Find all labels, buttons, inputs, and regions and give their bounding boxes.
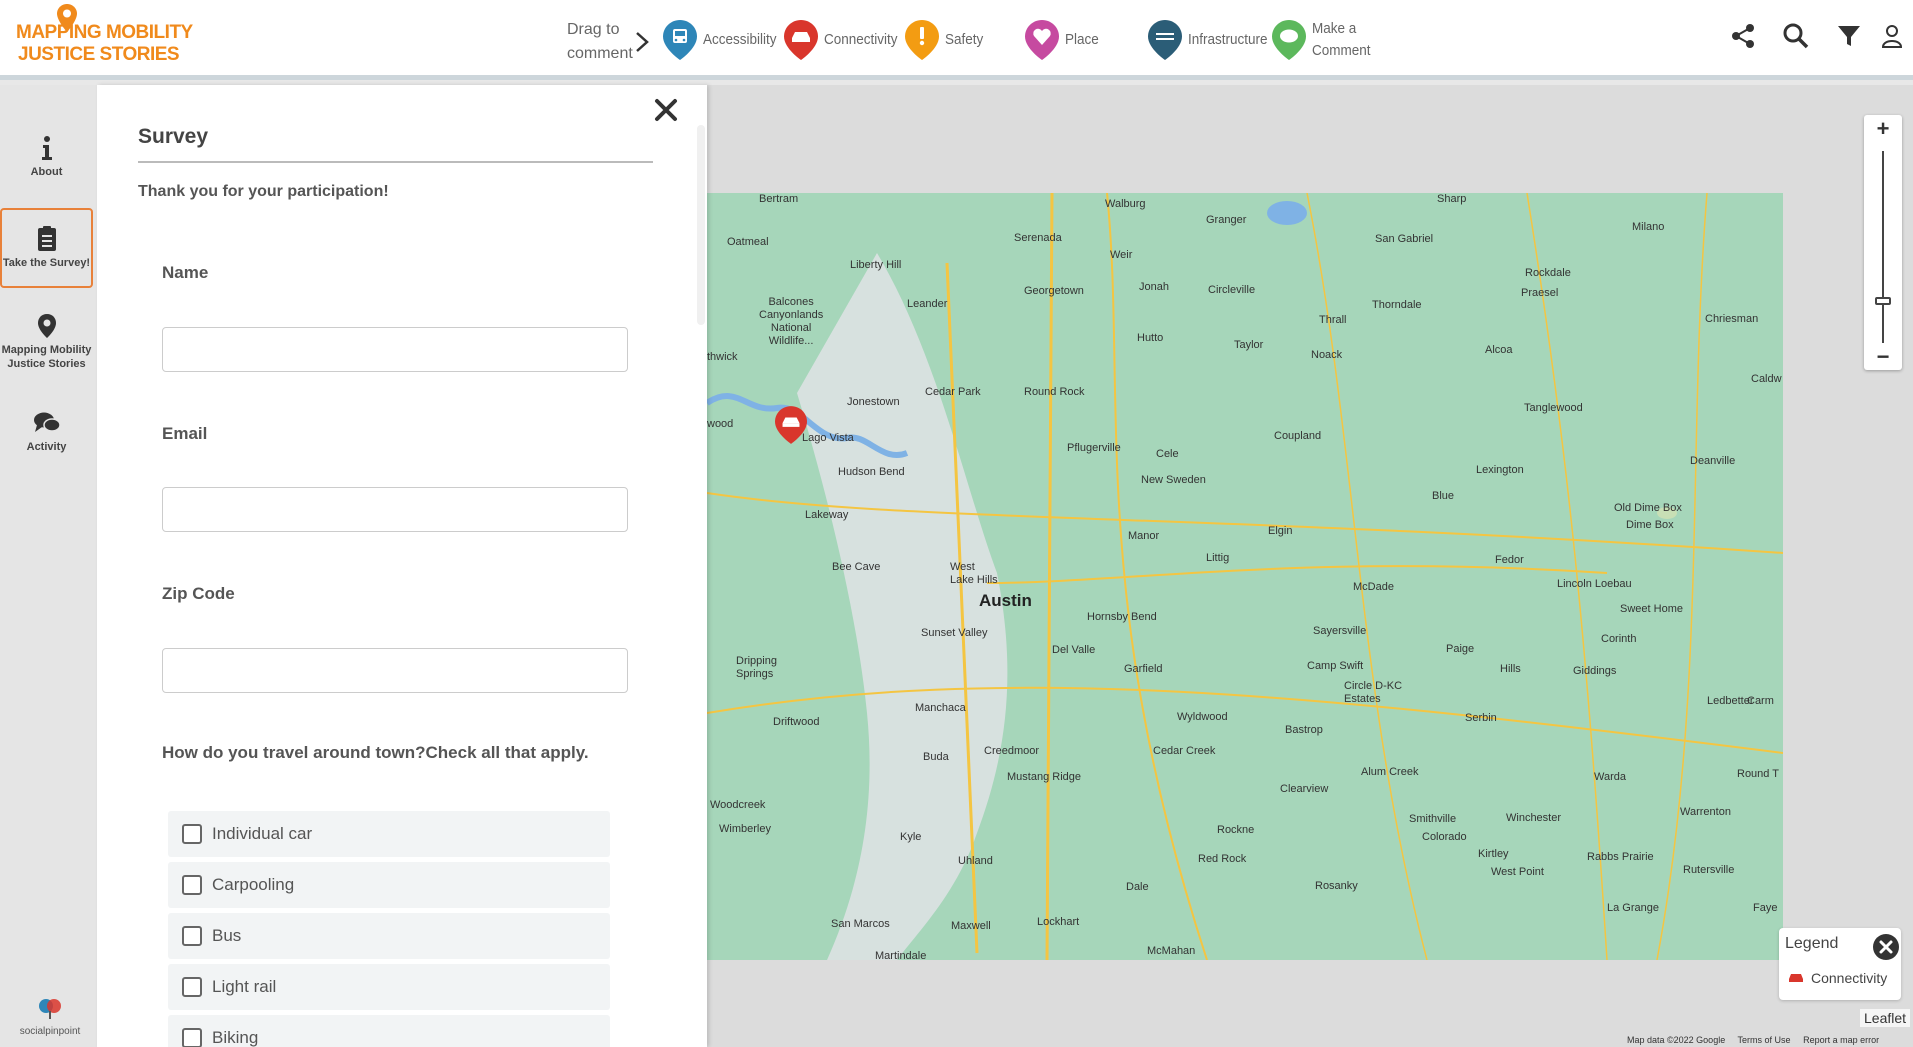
sidebar-item-label: Take the Survey! [2, 257, 91, 269]
sidebar-item-about[interactable]: About [0, 135, 93, 179]
drag-to-comment-label: Drag to comment [567, 18, 633, 66]
map-area[interactable]: Bertram Walburg Granger Sharp Oatmeal Se… [707, 85, 1913, 1047]
map-attribution: Map data ©2022 Google Terms of Use Repor… [1627, 1035, 1889, 1045]
left-sidebar: About Take the Survey! Mapping Mobility … [0, 85, 97, 1047]
panel-scrollbar[interactable] [697, 125, 705, 325]
make-comment-line2: Comment [1312, 42, 1371, 59]
close-icon[interactable] [653, 97, 679, 123]
checkbox[interactable] [182, 875, 202, 895]
option-individual-car[interactable]: Individual car [168, 811, 610, 857]
connectivity-marker-icon[interactable] [775, 406, 807, 444]
checkbox[interactable] [182, 926, 202, 946]
legend-item-label: Connectivity [1811, 970, 1888, 986]
category-label: Safety [945, 31, 984, 48]
thanks-message: Thank you for your participation! [138, 183, 389, 200]
drag-text-line2: comment [567, 45, 633, 62]
zoom-out-button[interactable]: − [1864, 343, 1902, 371]
top-header: MAPPING MOBILITY JUSTICE STORIES Drag to… [0, 0, 1913, 80]
zoom-slider-knob[interactable] [1875, 297, 1891, 305]
category-safety[interactable]: Safety [905, 20, 988, 60]
zoom-in-button[interactable]: + [1864, 115, 1902, 143]
share-icon[interactable] [1729, 22, 1757, 50]
option-label: Biking [212, 1028, 259, 1047]
make-comment-line1: Make a [1312, 20, 1357, 37]
zip-code-field[interactable] [162, 648, 628, 693]
category-connectivity[interactable]: Connectivity [784, 20, 906, 60]
zoom-control: + − [1864, 115, 1902, 370]
sidebar-item-label: Mapping Mobility Justice Stories [0, 343, 93, 371]
exclamation-icon [905, 20, 939, 60]
option-label: Carpooling [212, 875, 295, 894]
category-make-a-comment[interactable]: Make a Comment [1272, 20, 1377, 60]
category-label: Make a Comment [1312, 18, 1371, 62]
sidebar-item-map[interactable]: Mapping Mobility Justice Stories [0, 313, 93, 371]
category-label: Connectivity [824, 31, 898, 48]
survey-title: Survey [138, 125, 209, 148]
legend-title: Legend [1785, 935, 1839, 952]
report-map-error-link[interactable]: Report a map error [1803, 1035, 1879, 1045]
option-biking[interactable]: Biking [168, 1015, 610, 1047]
name-label: Name [162, 263, 209, 282]
zip-code-label: Zip Code [162, 584, 235, 603]
checkbox[interactable] [182, 1028, 202, 1047]
category-place[interactable]: Place [1025, 20, 1103, 60]
travel-question: How do you travel around town?Check all … [162, 743, 589, 762]
checkbox[interactable] [182, 977, 202, 997]
map-label-line2: Justice Stories [7, 358, 86, 370]
map-label-line1: Mapping Mobility [1, 344, 92, 356]
sidebar-item-label: Activity [26, 441, 67, 453]
info-icon [41, 136, 52, 160]
survey-panel: Survey Thank you for your participation!… [97, 85, 707, 1047]
heart-icon [1025, 20, 1059, 60]
logo-line2: JUSTICE STORIES [18, 44, 180, 65]
legend-close-icon[interactable] [1872, 933, 1900, 961]
socialpinpoint-logo[interactable]: socialpinpoint [10, 997, 90, 1037]
sidebar-item-survey[interactable]: Take the Survey! [0, 208, 93, 288]
logo-line1: MAPPING MOBILITY [16, 22, 193, 43]
filter-icon[interactable] [1835, 22, 1863, 50]
bus-icon [663, 20, 697, 60]
user-icon[interactable] [1878, 22, 1906, 50]
zoom-slider-track[interactable] [1882, 151, 1884, 343]
map-legend: Legend Connectivity [1779, 928, 1901, 1000]
legend-item-connectivity: Connectivity [1787, 970, 1887, 986]
option-carpooling[interactable]: Carpooling [168, 862, 610, 908]
map-roads [707, 193, 1783, 960]
drag-text-line1: Drag to [567, 21, 620, 38]
email-label: Email [162, 424, 208, 443]
option-bus[interactable]: Bus [168, 913, 610, 959]
category-label: Place [1065, 31, 1099, 48]
leaflet-attribution-link[interactable]: Leaflet [1860, 1009, 1911, 1027]
road-icon [1148, 20, 1182, 60]
search-icon[interactable] [1782, 22, 1810, 50]
map-pin-icon [37, 314, 56, 338]
email-field[interactable] [162, 487, 628, 532]
map-data-credit: Map data ©2022 Google [1627, 1035, 1726, 1045]
car-icon [1789, 974, 1803, 982]
title-divider [138, 161, 653, 163]
comment-icon [1272, 20, 1306, 60]
option-light-rail[interactable]: Light rail [168, 964, 610, 1010]
category-label: Accessibility [703, 31, 777, 48]
category-infrastructure[interactable]: Infrastructure [1148, 20, 1276, 60]
car-icon [784, 20, 818, 60]
chat-icon [33, 412, 61, 432]
terms-of-use-link[interactable]: Terms of Use [1738, 1035, 1791, 1045]
category-label: Infrastructure [1188, 31, 1268, 48]
site-logo[interactable]: MAPPING MOBILITY JUSTICE STORIES [12, 4, 193, 70]
chevron-right-icon [636, 32, 649, 52]
option-label: Bus [212, 926, 242, 945]
sidebar-item-activity[interactable]: Activity [0, 410, 93, 454]
category-accessibility[interactable]: Accessibility [663, 20, 785, 60]
sidebar-item-label: About [30, 166, 63, 178]
option-label: Individual car [212, 824, 313, 843]
checkbox[interactable] [182, 824, 202, 844]
map-tiles[interactable]: Bertram Walburg Granger Sharp Oatmeal Se… [707, 193, 1783, 960]
clipboard-icon [37, 226, 56, 251]
option-label: Light rail [212, 977, 277, 996]
name-field[interactable] [162, 327, 628, 372]
socialpinpoint-icon [39, 999, 61, 1019]
brand-text: socialpinpoint [19, 1026, 81, 1037]
